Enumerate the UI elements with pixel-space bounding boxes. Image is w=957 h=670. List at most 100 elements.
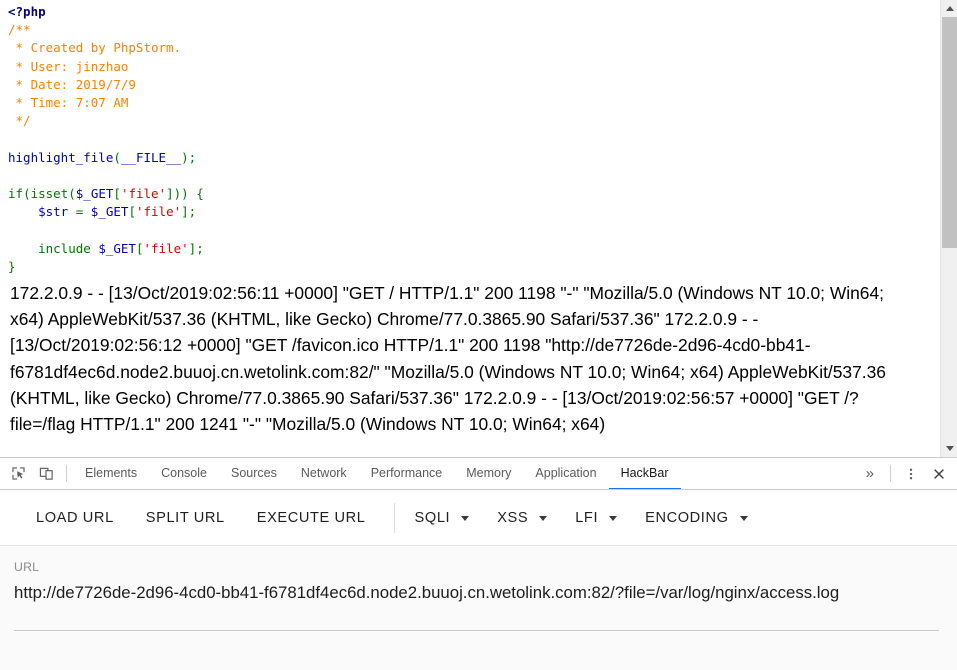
code-token: $_GET: [75, 186, 114, 202]
close-icon: [934, 468, 944, 479]
device-toolbar-icon: [39, 467, 53, 480]
tab-elements[interactable]: Elements: [73, 458, 149, 489]
devtools-right-controls: [884, 458, 953, 489]
devtools-panel: Elements Console Sources Network Performance…: [0, 457, 957, 670]
code-token: */: [8, 113, 31, 129]
load-url-button[interactable]: LOAD URL: [20, 504, 130, 532]
page-viewport: <?php /** * Created by PhpStorm. * User:…: [0, 0, 957, 457]
tab-hackbar[interactable]: HackBar: [608, 458, 681, 489]
tab-label: Performance: [370, 466, 443, 480]
url-input-underline: [14, 630, 939, 631]
code-token: =: [68, 204, 91, 220]
php-source-listing: <?php /** * Created by PhpStorm. * User:…: [0, 0, 934, 276]
xss-menu[interactable]: XSS: [483, 504, 561, 532]
lfi-menu[interactable]: LFI: [561, 504, 631, 532]
code-token: ;: [188, 149, 197, 165]
access-log-output: 172.2.0.9 - - [13/Oct/2019:02:56:11 +000…: [10, 283, 886, 435]
code-token: highlight_file: [8, 149, 114, 165]
code-token: ): [181, 149, 189, 165]
chevron-down-icon: [609, 516, 618, 521]
hackbar-toolbar: LOAD URL SPLIT URL EXECUTE URL SQLI XSS LFI EN…: [0, 490, 957, 546]
tab-sources[interactable]: Sources: [219, 458, 289, 489]
chevron-down-icon: [539, 516, 548, 521]
url-input[interactable]: http://de7726de-2d96-4cd0-bb41-f6781df4e…: [14, 580, 939, 630]
inspect-element-button[interactable]: [4, 458, 32, 489]
code-token: (: [68, 186, 76, 202]
more-tabs-button[interactable]: »: [856, 458, 884, 489]
code-token: {: [188, 186, 204, 202]
code-token: $_GET: [98, 240, 136, 256]
tab-label: Sources: [230, 466, 277, 480]
code-token: 'file': [120, 186, 167, 202]
device-toolbar-button[interactable]: [32, 458, 60, 489]
devtools-tab-list: Elements Console Sources Network Performance…: [73, 458, 856, 489]
xss-menu-label: XSS: [497, 509, 529, 526]
tab-label: Application: [535, 466, 597, 480]
tab-label: HackBar: [620, 466, 669, 480]
code-token: * Time: 7:07 AM: [8, 95, 129, 111]
toolbar-divider: [66, 465, 67, 482]
kebab-menu-icon: [909, 468, 913, 479]
toolbar-divider-right: [890, 465, 891, 482]
code-token: $str: [38, 204, 69, 220]
lfi-menu-label: LFI: [575, 509, 599, 526]
code-token: <?php: [8, 4, 46, 19]
code-token: [: [113, 186, 121, 202]
code-token: ]: [181, 204, 189, 220]
tab-network[interactable]: Network: [289, 458, 359, 489]
scrollbar-down-arrow[interactable]: [941, 440, 957, 457]
code-token: 'file': [143, 240, 189, 256]
url-field: URL http://de7726de-2d96-4cd0-bb41-f6781…: [14, 560, 939, 631]
url-field-label: URL: [14, 560, 40, 574]
browser-window: <?php /** * Created by PhpStorm. * User:…: [0, 0, 957, 670]
code-token: __FILE__: [120, 149, 182, 165]
code-token: ;: [196, 240, 204, 256]
tab-label: Elements: [85, 466, 138, 480]
tab-console[interactable]: Console: [149, 458, 219, 489]
triangle-down-icon: [945, 446, 954, 451]
code-token: $_GET: [90, 204, 129, 220]
code-token: 'file': [135, 204, 182, 220]
code-token: include: [38, 240, 91, 256]
chevron-down-icon: [739, 516, 748, 521]
tab-memory[interactable]: Memory: [454, 458, 523, 489]
scrollbar-up-arrow[interactable]: [941, 0, 957, 17]
tab-label: Network: [300, 466, 347, 480]
code-token: * User: jinzhao: [8, 58, 129, 74]
split-url-button[interactable]: SPLIT URL: [130, 504, 241, 532]
inspect-element-icon: [11, 467, 25, 480]
scrollbar-thumb[interactable]: [942, 17, 957, 248]
tab-label: Console: [161, 466, 207, 480]
devtools-tabbar: Elements Console Sources Network Performance…: [0, 458, 957, 490]
code-token: /**: [8, 22, 31, 38]
tab-performance[interactable]: Performance: [359, 458, 455, 489]
code-token: (: [23, 186, 31, 202]
code-token: [: [128, 204, 136, 220]
code-token: [: [135, 240, 144, 256]
code-token: if: [8, 186, 24, 202]
hackbar-body: URL http://de7726de-2d96-4cd0-bb41-f6781…: [0, 546, 957, 670]
triangle-up-icon: [945, 6, 954, 11]
code-token: * Created by PhpStorm.: [8, 40, 182, 56]
execute-url-button[interactable]: EXECUTE URL: [241, 504, 382, 532]
code-token: ;: [188, 204, 197, 220]
code-token: ])): [166, 186, 189, 202]
code-token: isset: [30, 186, 69, 202]
tab-application[interactable]: Application: [523, 458, 608, 489]
page-scrollbar[interactable]: [940, 0, 957, 457]
hackbar-toolbar-divider: [393, 502, 395, 533]
devtools-close-button[interactable]: [925, 458, 953, 489]
encoding-menu-label: ENCODING: [645, 509, 729, 526]
code-token: }: [8, 258, 16, 274]
page-document: <?php /** * Created by PhpStorm. * User:…: [0, 0, 934, 457]
code-token: (: [113, 149, 121, 165]
sqli-menu-label: SQLI: [414, 509, 451, 526]
encoding-menu[interactable]: ENCODING: [631, 504, 761, 532]
chevron-down-icon: [461, 516, 470, 521]
devtools-menu-button[interactable]: [897, 458, 925, 489]
code-token: * Date: 2019/7/9: [8, 76, 136, 92]
sqli-menu[interactable]: SQLI: [401, 504, 484, 532]
tab-label: Memory: [466, 466, 512, 480]
